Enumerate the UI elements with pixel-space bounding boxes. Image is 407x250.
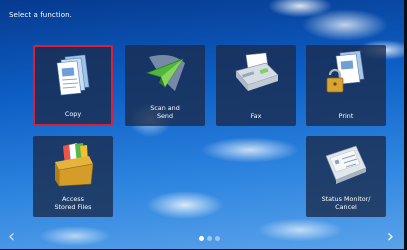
stored-files-icon [55,142,94,187]
status-monitor-cancel-tile[interactable]: Status Monitor/ Cancel [306,136,386,217]
page-dot-3 [215,236,220,241]
fax-icon [235,52,279,91]
instruction-text: Select a function. [9,11,72,19]
scan-send-icon [145,55,185,91]
home-screen: Select a function. Copy Scan and Send Fa… [0,0,404,249]
print-tile[interactable]: Print [306,45,386,126]
status-monitor-cancel-label: Status Monitor/ Cancel [321,195,371,211]
access-stored-files-label: Access Stored Files [54,195,92,211]
fax-label: Fax [250,111,262,120]
access-stored-files-tile[interactable]: Access Stored Files [33,136,113,217]
previous-page-arrow-icon[interactable]: ‹ [8,228,15,246]
page-indicator [199,236,220,241]
next-page-arrow-icon[interactable]: › [387,228,394,246]
fax-tile[interactable]: Fax [216,45,296,126]
print-label: Print [338,111,354,120]
print-icon [326,50,365,93]
status-monitor-icon [325,145,367,184]
page-dot-2 [207,236,212,241]
page-dot-1 [199,236,204,241]
scan-and-send-label: Scan and Send [150,104,180,120]
copy-tile[interactable]: Copy [33,45,113,126]
scan-and-send-tile[interactable]: Scan and Send [125,45,205,126]
copy-label: Copy [64,109,82,118]
copy-icon [56,54,90,96]
